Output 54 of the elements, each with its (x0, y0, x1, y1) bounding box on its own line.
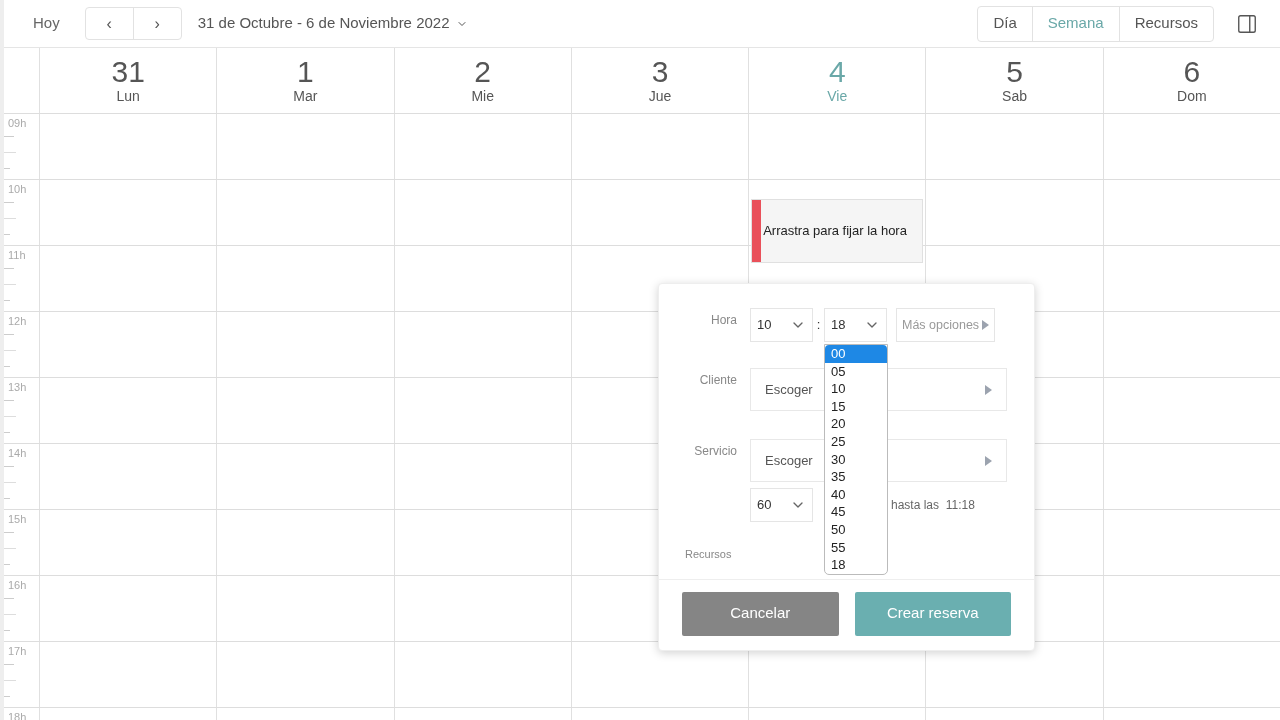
event-text: Arrastra para fijar la hora (763, 222, 907, 241)
minute-option[interactable]: 10 (825, 380, 887, 398)
hour-label: 15h (8, 512, 27, 527)
minute-option[interactable]: 18 (825, 556, 887, 574)
minute-option[interactable]: 05 (825, 362, 887, 381)
hour-select[interactable]: 10 (750, 308, 813, 342)
hour-label: 16h (8, 578, 27, 593)
day-header[interactable]: 1 Mar (216, 48, 394, 113)
minute-option[interactable]: 40 (825, 485, 887, 504)
minute-option[interactable]: 30 (825, 450, 887, 469)
hour-label: 17h (8, 644, 27, 659)
duration-select[interactable]: 60 (750, 488, 813, 522)
hour-label: 11h (8, 248, 26, 263)
day-header[interactable]: 3 Jue (570, 48, 749, 113)
minute-select[interactable]: 18 (824, 308, 887, 342)
minute-option[interactable]: 25 (825, 432, 887, 451)
view-tab[interactable]: Día (978, 6, 1032, 41)
date-range-dropdown[interactable]: 31 de Octubre - 6 de Noviembre 2022 (197, 12, 468, 35)
hour-label: 12h (8, 314, 27, 329)
day-header[interactable]: 2 Mie (393, 48, 571, 113)
client-picker[interactable]: Escoger (750, 368, 824, 411)
minute-option[interactable]: 45 (825, 503, 887, 521)
next-button[interactable]: › (133, 8, 181, 39)
cancel-button[interactable]: Cancelar (682, 591, 839, 636)
recursos-label: Recursos (685, 547, 732, 562)
hour-label: 09h (8, 116, 27, 131)
minute-option[interactable]: 55 (825, 538, 887, 557)
day-header[interactable]: 5 Sab (925, 48, 1103, 113)
caret-right-icon (982, 320, 990, 330)
minute-option[interactable]: 20 (825, 415, 887, 433)
minute-option[interactable]: 35 (825, 468, 887, 486)
day-header[interactable]: 31 Lun (39, 48, 217, 113)
minute-option[interactable]: 50 (825, 520, 887, 539)
cliente-label: Cliente (698, 372, 737, 389)
hour-label: 14h (8, 446, 27, 461)
hora-label: Hora (710, 312, 737, 329)
time-separator: : (815, 316, 822, 335)
end-time-text: hasta las 11:18 (891, 497, 975, 514)
today-button[interactable]: Hoy (30, 12, 63, 35)
minute-option[interactable]: 15 (825, 397, 887, 416)
servicio-label: Servicio (693, 443, 737, 460)
picker-expand-button[interactable] (888, 368, 1007, 411)
picker-expand-button[interactable] (888, 439, 1007, 482)
caret-right-icon (985, 384, 992, 395)
minute-option[interactable]: 00 (825, 345, 887, 363)
view-tab[interactable]: Recursos (1118, 6, 1213, 41)
event-block[interactable]: Arrastra para fijar la hora (751, 199, 924, 263)
sidebar-toggle-icon[interactable] (1236, 12, 1258, 35)
hour-label: 13h (8, 380, 27, 395)
hour-label: 10h (8, 182, 27, 197)
previous-button[interactable]: ‹ (85, 8, 134, 39)
service-picker[interactable]: Escoger (750, 439, 824, 482)
caret-right-icon (985, 455, 992, 466)
day-header[interactable]: 6 Dom (1102, 48, 1280, 113)
